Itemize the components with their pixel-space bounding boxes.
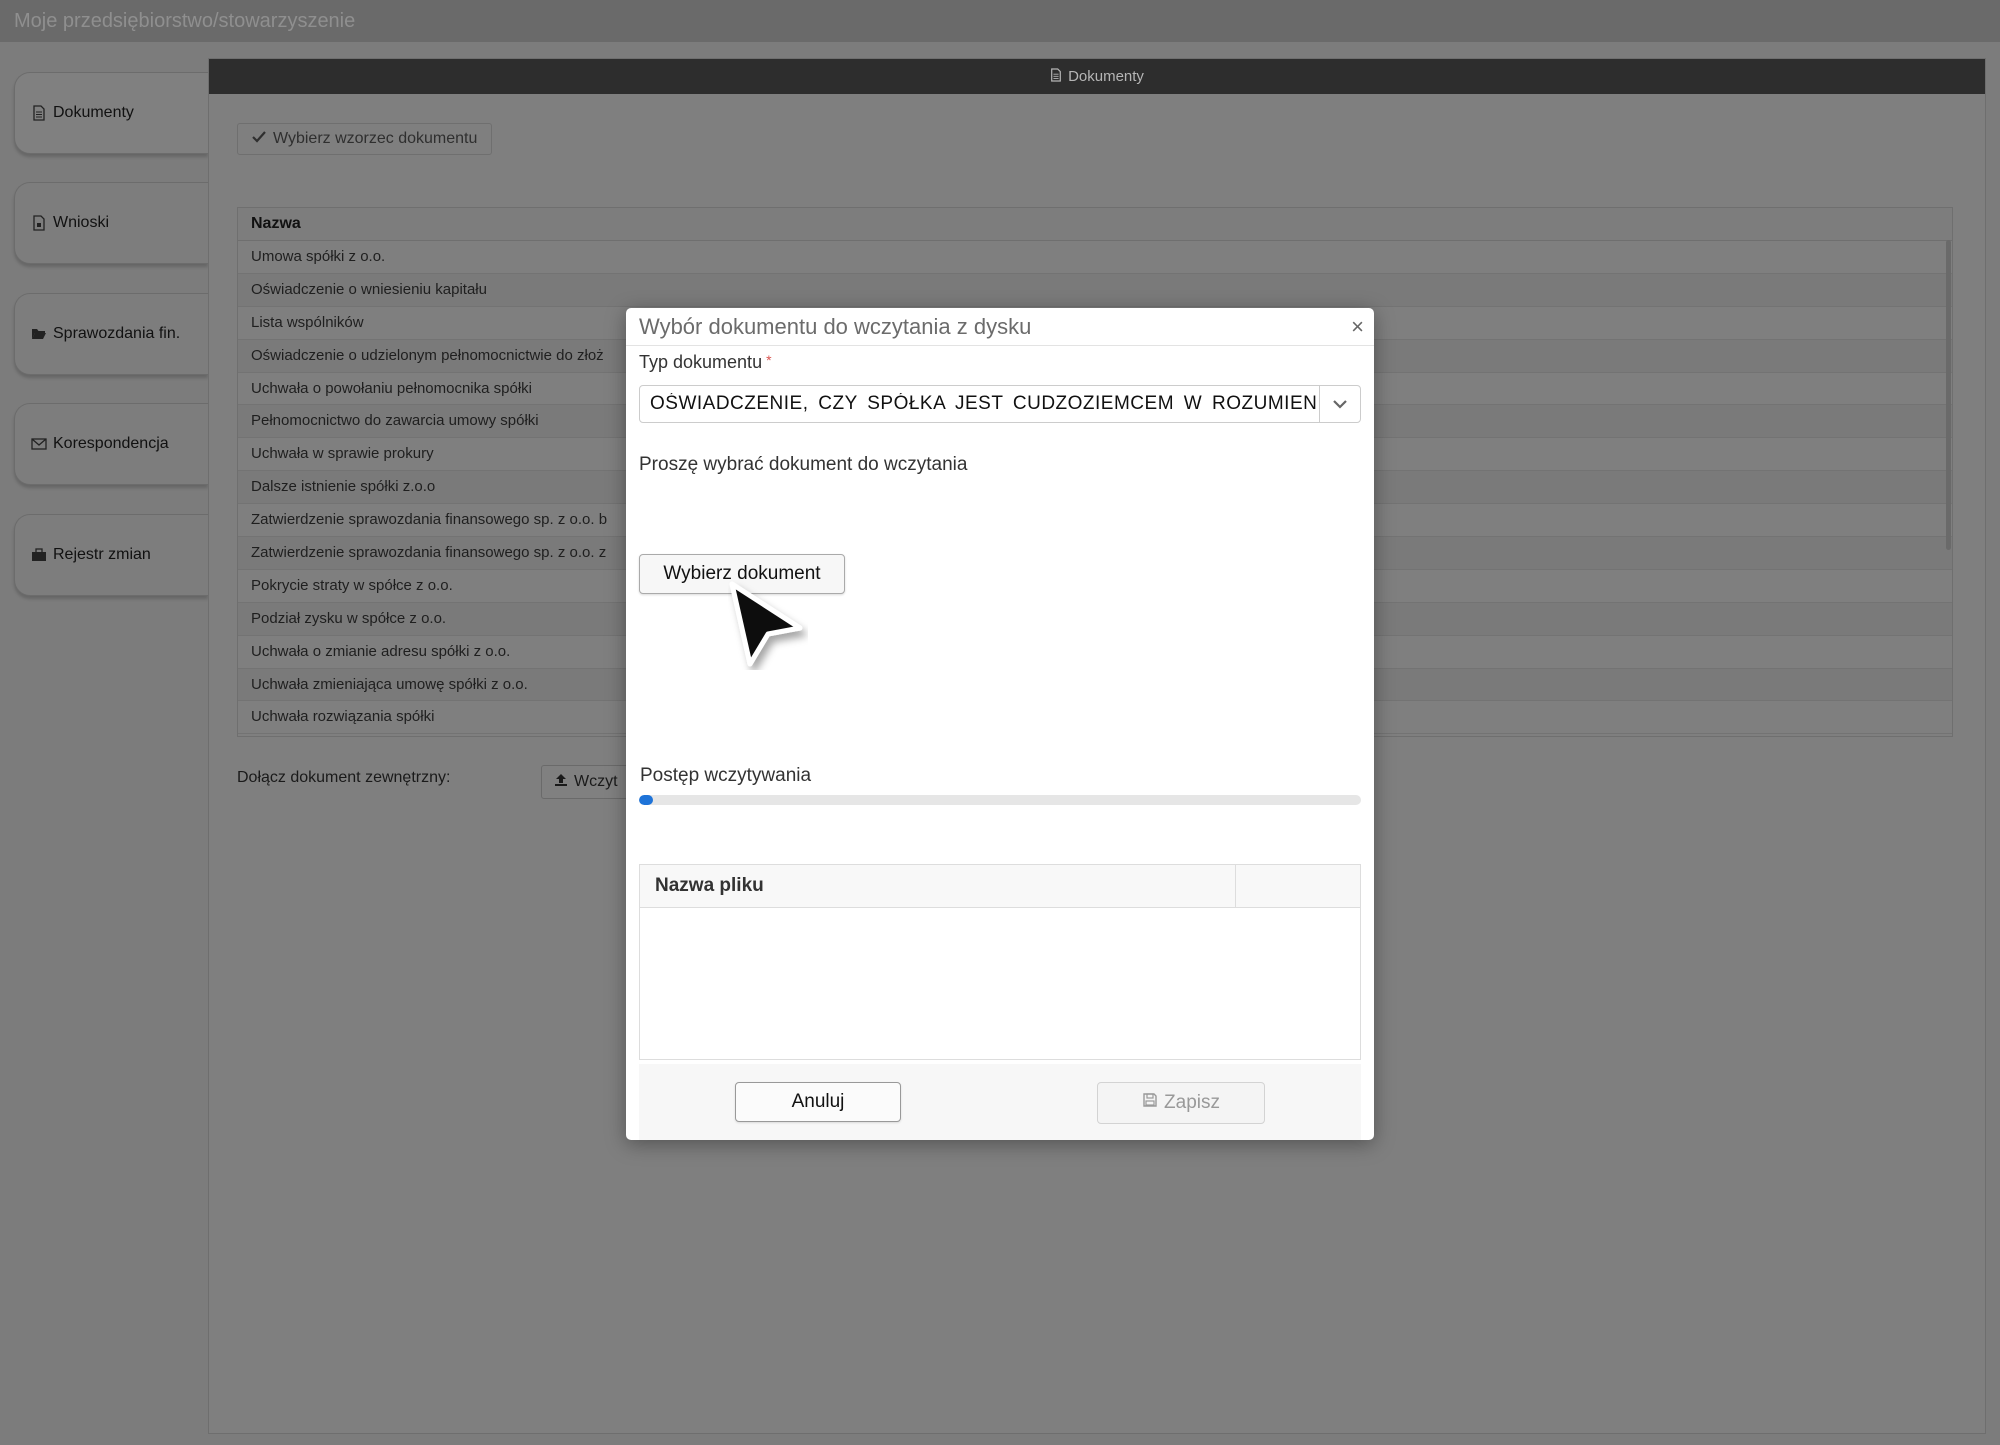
doc-type-select[interactable]: OŚWIADCZENIE, CZY SPÓŁKA JEST CUDZOZIEMC… — [639, 385, 1361, 423]
progress-label: Postęp wczytywania — [640, 765, 812, 786]
briefcase-icon — [31, 547, 47, 563]
checkmark-icon — [252, 130, 266, 148]
file-name-column-header: Nazwa pliku — [640, 865, 1236, 907]
close-icon[interactable]: × — [1351, 316, 1364, 338]
dialog-header: Wybór dokumentu do wczytania z dysku — [626, 308, 1374, 346]
sidebar-item-rejestr-zmian[interactable]: Rejestr zmian — [14, 514, 208, 596]
table-row[interactable]: Umowa spółki z o.o. — [238, 241, 1952, 274]
upload-document-dialog: Wybór dokumentu do wczytania z dysku × T… — [626, 308, 1374, 1140]
app-title: Moje przedsiębiorstwo/stowarzyszenie — [14, 10, 356, 32]
save-button[interactable]: Zapisz — [1097, 1082, 1265, 1124]
document-lock-icon — [31, 215, 47, 231]
table-row[interactable]: Oświadczenie o wniesieniu kapitału — [238, 273, 1952, 307]
sidebar-item-dokumenty[interactable]: Dokumenty — [14, 72, 208, 154]
table-header: Nazwa — [238, 208, 1952, 241]
sidebar-item-label: Wnioski — [53, 214, 110, 231]
sidebar-item-label: Dokumenty — [53, 104, 134, 121]
doc-type-label: Typ dokumentu * — [639, 352, 772, 373]
document-icon — [31, 105, 47, 121]
sidebar-item-sprawozdania[interactable]: Sprawozdania fin. — [14, 293, 208, 375]
attach-external-label: Dołącz dokument zewnętrzny: — [237, 769, 451, 786]
sidebar-item-label: Rejestr zmian — [53, 546, 151, 563]
upload-icon — [554, 773, 568, 792]
file-list-table: Nazwa pliku — [639, 864, 1361, 1060]
envelope-icon — [31, 436, 47, 452]
chevron-down-icon[interactable] — [1319, 386, 1360, 422]
file-table-header: Nazwa pliku — [640, 865, 1360, 908]
panel-header: Dokumenty — [209, 59, 1985, 94]
progress-fill — [639, 795, 654, 805]
select-document-prompt: Proszę wybrać dokument do wczytania — [639, 454, 968, 475]
doc-type-value: OŚWIADCZENIE, CZY SPÓŁKA JEST CUDZOZIEMC… — [650, 393, 1319, 414]
sidebar-item-label: Sprawozdania fin. — [53, 325, 181, 342]
mouse-pointer-icon — [728, 580, 808, 670]
cancel-button[interactable]: Anuluj — [735, 1082, 901, 1122]
table-scrollbar[interactable] — [1946, 240, 1951, 550]
choose-template-button[interactable]: Wybierz wzorzec dokumentu — [237, 123, 493, 155]
required-mark: * — [766, 352, 772, 368]
upload-progress-bar — [639, 795, 1361, 805]
dialog-title: Wybór dokumentu do wczytania z dysku — [639, 313, 1032, 339]
folder-open-icon — [31, 326, 47, 342]
save-button-label: Zapisz — [1164, 1092, 1220, 1113]
dialog-footer: Anuluj Zapisz — [639, 1064, 1361, 1140]
sidebar-item-korespondencja[interactable]: Korespondencja — [14, 403, 208, 485]
doc-type-label-text: Typ dokumentu — [639, 352, 763, 372]
file-actions-column-header — [1236, 865, 1360, 907]
panel-title: Dokumenty — [1068, 68, 1144, 85]
document-icon — [1050, 67, 1062, 86]
sidebar-item-label: Korespondencja — [53, 435, 169, 452]
sidebar-item-wnioski[interactable]: Wnioski — [14, 182, 208, 264]
upload-button-label: Wczyt — [574, 773, 618, 790]
choose-template-label: Wybierz wzorzec dokumentu — [273, 130, 478, 147]
app-title-bar: Moje przedsiębiorstwo/stowarzyszenie — [0, 0, 2000, 42]
floppy-disk-icon — [1142, 1092, 1158, 1114]
